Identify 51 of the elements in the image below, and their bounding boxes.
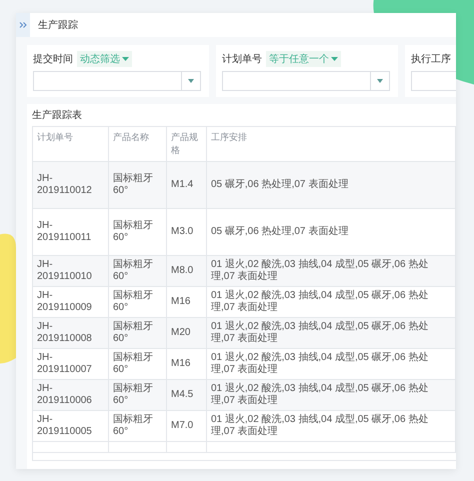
table-cell: M4.5: [167, 380, 207, 410]
operator-dropdown[interactable]: 等于任意一个: [266, 51, 341, 67]
column-header: 计划单号: [33, 127, 109, 161]
table-cell: 05 碾牙,06 热处理,07 表面处理: [207, 209, 456, 255]
column-header: 产品规格: [167, 127, 207, 161]
table-cell: M3.0: [167, 209, 207, 255]
table-cell: 05 碾牙,06 热处理,07 表面处理: [207, 162, 456, 208]
table-cell: 国标粗牙60°: [109, 411, 167, 441]
table-cell: 01 退火,02 酸洗,03 抽线,04 成型,05 碾牙,06 热处理,07 表面处理: [207, 318, 456, 348]
table-cell: M20: [167, 318, 207, 348]
table-cell: M16: [167, 349, 207, 379]
operator-dropdown[interactable]: 动态筛选: [77, 51, 132, 67]
table-cell: 国标粗牙60°: [109, 209, 167, 255]
filter-dropdown[interactable]: [222, 71, 390, 91]
table-cell: 国标粗牙60°: [109, 349, 167, 379]
column-header: 工序安排: [207, 127, 456, 161]
table-cell: JH-2019110008: [33, 318, 109, 348]
filter-dropdown[interactable]: [33, 71, 201, 91]
double-chevron-icon: [19, 22, 27, 28]
table-cell: 01 退火,02 酸洗,03 抽线,04 成型,05 碾牙,06 热处理,07 表面处理: [207, 411, 456, 441]
table-cell: 国标粗牙60°: [109, 287, 167, 317]
table-cell: 01 退火,02 酸洗,03 抽线,04 成型,05 碾牙,06 热处理,07 表面处理: [207, 256, 456, 286]
table-cell: 国标粗牙60°: [109, 318, 167, 348]
table-cell: 01 退火,02 酸洗,03 抽线,04 成型,05 碾牙,06 热处理,07 表面处理: [207, 380, 456, 410]
filter-label: 计划单号: [222, 52, 262, 66]
table-cell: M16: [167, 287, 207, 317]
table-cell: 01 退火,02 酸洗,03 抽线,04 成型,05 碾牙,06 热处理,07 表面处理: [207, 349, 456, 379]
table-cell: 国标粗牙60°: [109, 162, 167, 208]
table-cell: M8.0: [167, 256, 207, 286]
caret-icon: [122, 57, 129, 61]
table-cell: JH-2019110007: [33, 349, 109, 379]
table-title: 生产跟踪表: [32, 108, 83, 122]
caret-icon: [377, 79, 383, 83]
filter-label: 执行工序: [411, 52, 451, 66]
table-cell: 国标粗牙60°: [109, 256, 167, 286]
table-cell: M7.0: [167, 411, 207, 441]
column-header: 产品名称: [109, 127, 167, 161]
filter-label: 提交时间: [33, 52, 73, 66]
table-cell: 国标粗牙60°: [109, 380, 167, 410]
table-cell: 01 退火,02 酸洗,03 抽线,04 成型,05 碾牙,06 热处理,07 表面处理: [207, 287, 456, 317]
expand-button[interactable]: [16, 13, 30, 37]
table-cell: JH-2019110010: [33, 256, 109, 286]
caret-icon: [188, 79, 194, 83]
table-cell: JH-2019110012: [33, 162, 109, 208]
table-cell: JH-2019110009: [33, 287, 109, 317]
table-cell: JH-2019110006: [33, 380, 109, 410]
table-cell: JH-2019110011: [33, 209, 109, 255]
caret-icon: [331, 57, 338, 61]
table-cell: M1.4: [167, 162, 207, 208]
table-cell: JH-2019110005: [33, 411, 109, 441]
page-title: 生产跟踪: [38, 18, 78, 32]
